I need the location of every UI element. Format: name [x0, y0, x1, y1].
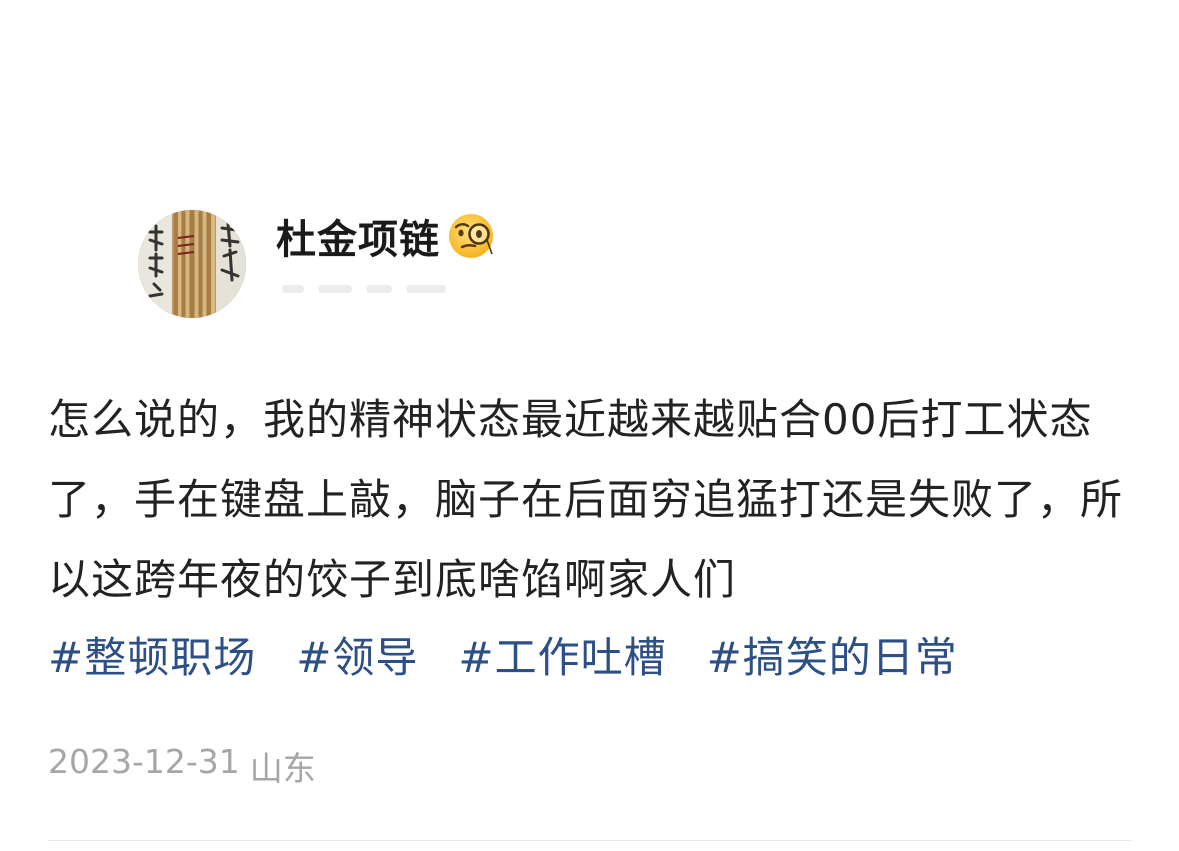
tag-list: #整顿职场 #领导 #工作吐槽 #搞笑的日常: [48, 622, 958, 686]
tag-link[interactable]: #搞笑的日常: [707, 624, 958, 685]
monocle-face-icon: [446, 210, 498, 262]
calligraphy-scroll-avatar: [138, 210, 246, 318]
post-text: 怎么说的，我的精神状态最近越来越贴合00后打工状态了，手在键盘上敲，脑子在后面穷…: [48, 395, 1124, 604]
post-date: 2023-12-31: [48, 742, 240, 781]
author-name[interactable]: 杜金项链: [276, 207, 440, 265]
author-subline-blurred: [282, 282, 452, 296]
author-row: 杜金项链: [276, 208, 498, 264]
tag-link[interactable]: #整顿职场: [48, 624, 256, 685]
post-card: 杜金项链 怎么说的，我的精神状态最近越来越贴合00后打工状态了，手在键盘上敲，脑…: [0, 0, 1179, 851]
post-location: 山东: [249, 749, 316, 788]
post-meta: 2023-12-31 山东: [48, 742, 316, 790]
avatar[interactable]: [138, 210, 246, 318]
tag-link[interactable]: #领导: [296, 624, 418, 685]
tag-link[interactable]: #工作吐槽: [458, 624, 666, 685]
divider: [48, 840, 1131, 841]
